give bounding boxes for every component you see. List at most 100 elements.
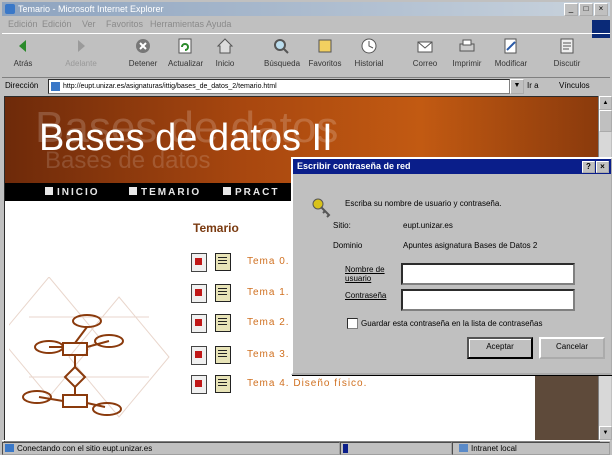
status-bar: Conectando con el sitio eupt.unizar.es I… [2, 440, 610, 455]
username-label: Nombre de usuario [345, 265, 385, 283]
back-button[interactable]: Atrás [6, 37, 40, 68]
edit-label: Modificar [494, 59, 528, 68]
scroll-down-icon[interactable]: ▼ [599, 426, 612, 440]
domain-value: Apuntes asignatura Bases de Datos 2 [403, 241, 538, 250]
username-input[interactable] [401, 263, 575, 285]
discuss-icon [560, 38, 574, 54]
topic-link[interactable]: Tema 4. Diseño físico. [247, 378, 367, 389]
refresh-icon [178, 38, 192, 54]
status-text: Conectando con el sitio eupt.unizar.es [17, 444, 153, 453]
menu-herramientas[interactable]: Herramientas [150, 19, 204, 29]
mail-label: Correo [412, 59, 438, 68]
discuss-button[interactable]: Discutir [550, 37, 584, 68]
history-button[interactable]: Historial [352, 37, 386, 68]
nav-bullet-icon [45, 187, 53, 195]
menu-archivo[interactable]: Edición [8, 19, 38, 29]
forward-arrow-icon [78, 40, 85, 52]
go-button[interactable]: Ir a [527, 81, 539, 90]
document-icon[interactable] [215, 346, 231, 364]
er-diagram-decoration [9, 277, 170, 418]
home-button[interactable]: Inicio [208, 37, 242, 68]
scroll-up-icon[interactable]: ▲ [599, 96, 612, 110]
loading-icon [5, 444, 14, 452]
favorites-label: Favoritos [308, 59, 342, 68]
back-arrow-icon [19, 40, 26, 52]
home-icon [216, 38, 234, 54]
minimize-button[interactable]: _ [564, 3, 578, 16]
menu-ver[interactable]: Ver [82, 19, 96, 29]
site-value: eupt.unizar.es [403, 221, 453, 230]
address-url: http://eupt.unizar.es/asignaturas/ittig/… [63, 83, 277, 90]
search-button[interactable]: Búsqueda [264, 37, 301, 68]
menu-edicion[interactable]: Edición [42, 19, 72, 29]
menu-ayuda[interactable]: Ayuda [206, 19, 231, 29]
menu-favoritos[interactable]: Favoritos [106, 19, 143, 29]
search-icon [274, 39, 289, 54]
address-input[interactable]: http://eupt.unizar.es/asignaturas/ittig/… [48, 79, 510, 94]
save-password-checkbox[interactable] [347, 318, 358, 329]
favorites-icon [318, 39, 332, 53]
stop-button[interactable]: Detener [126, 37, 160, 68]
dialog-title-bar: Escribir contraseña de red ? × [293, 159, 611, 174]
discuss-label: Discutir [553, 59, 581, 68]
topic-link[interactable]: Tema 2. [247, 317, 290, 328]
topic-link[interactable]: Tema 1. [247, 287, 290, 298]
scroll-thumb[interactable] [599, 110, 612, 132]
edit-button[interactable]: Modificar [494, 37, 528, 68]
pdf-icon[interactable] [191, 375, 207, 394]
menu-bar: Edición Edición Ver Favoritos Herramient… [2, 17, 610, 32]
document-icon[interactable] [215, 284, 231, 302]
ie-logo-icon [5, 4, 15, 14]
favorites-button[interactable]: Favoritos [308, 37, 342, 68]
history-label: Historial [354, 59, 384, 68]
pdf-icon[interactable] [191, 253, 207, 272]
progress-segment [340, 442, 452, 455]
window-title: Temario - Microsoft Internet Explorer [18, 4, 164, 14]
refresh-button[interactable]: Actualizar [168, 37, 203, 68]
mail-button[interactable]: Correo [408, 37, 442, 68]
domain-label: Dominio [333, 241, 363, 250]
password-input[interactable] [401, 289, 575, 311]
document-icon[interactable] [215, 253, 231, 271]
print-label: Imprimir [452, 59, 482, 68]
forward-label: Adelante [65, 59, 97, 68]
cancel-button[interactable]: Cancelar [539, 337, 605, 359]
dialog-close-button[interactable]: × [596, 161, 609, 173]
pdf-icon[interactable] [191, 346, 207, 365]
help-button[interactable]: ? [582, 161, 595, 173]
print-button[interactable]: Imprimir [450, 37, 484, 68]
dialog-title: Escribir contraseña de red [297, 161, 411, 171]
password-label: Contraseña [345, 291, 387, 300]
topic-link[interactable]: Tema 0. [247, 256, 290, 267]
document-icon[interactable] [215, 375, 231, 393]
progress-bar [343, 444, 348, 453]
nav-temario[interactable]: TEMARIO [129, 187, 201, 198]
maximize-button[interactable]: □ [579, 3, 593, 16]
links-button[interactable]: Vínculos [559, 81, 590, 90]
nav-inicio[interactable]: INICIO [45, 187, 100, 198]
close-window-button[interactable]: × [594, 3, 608, 16]
nav-practicas-label: PRACT [235, 187, 280, 198]
edit-icon [504, 38, 517, 54]
dialog-prompt: Escriba su nombre de usuario y contraseñ… [345, 199, 502, 208]
nav-temario-label: TEMARIO [141, 187, 202, 198]
save-password-label[interactable]: Guardar esta contraseña en la lista de c… [361, 319, 542, 328]
zone-segment: Intranet local [452, 442, 610, 455]
nav-practicas[interactable]: PRACT [223, 187, 279, 198]
pdf-icon[interactable] [191, 314, 207, 333]
search-label: Búsqueda [264, 59, 301, 68]
ok-button[interactable]: Aceptar [467, 337, 533, 359]
nav-bullet-icon [129, 187, 137, 195]
address-bar: Dirección http://eupt.unizar.es/asignatu… [2, 77, 610, 95]
browser-title-bar: Temario - Microsoft Internet Explorer _ … [2, 2, 610, 16]
forward-button[interactable]: Adelante [64, 37, 98, 68]
print-icon [459, 39, 475, 52]
zone-text: Intranet local [471, 444, 517, 453]
mail-icon [417, 41, 433, 53]
back-label: Atrás [13, 59, 33, 68]
pdf-icon[interactable] [191, 284, 207, 303]
temario-heading: Temario [193, 221, 239, 235]
document-icon[interactable] [215, 314, 231, 332]
topic-link[interactable]: Tema 3. [247, 349, 290, 360]
address-dropdown-button[interactable]: ▼ [510, 79, 524, 94]
